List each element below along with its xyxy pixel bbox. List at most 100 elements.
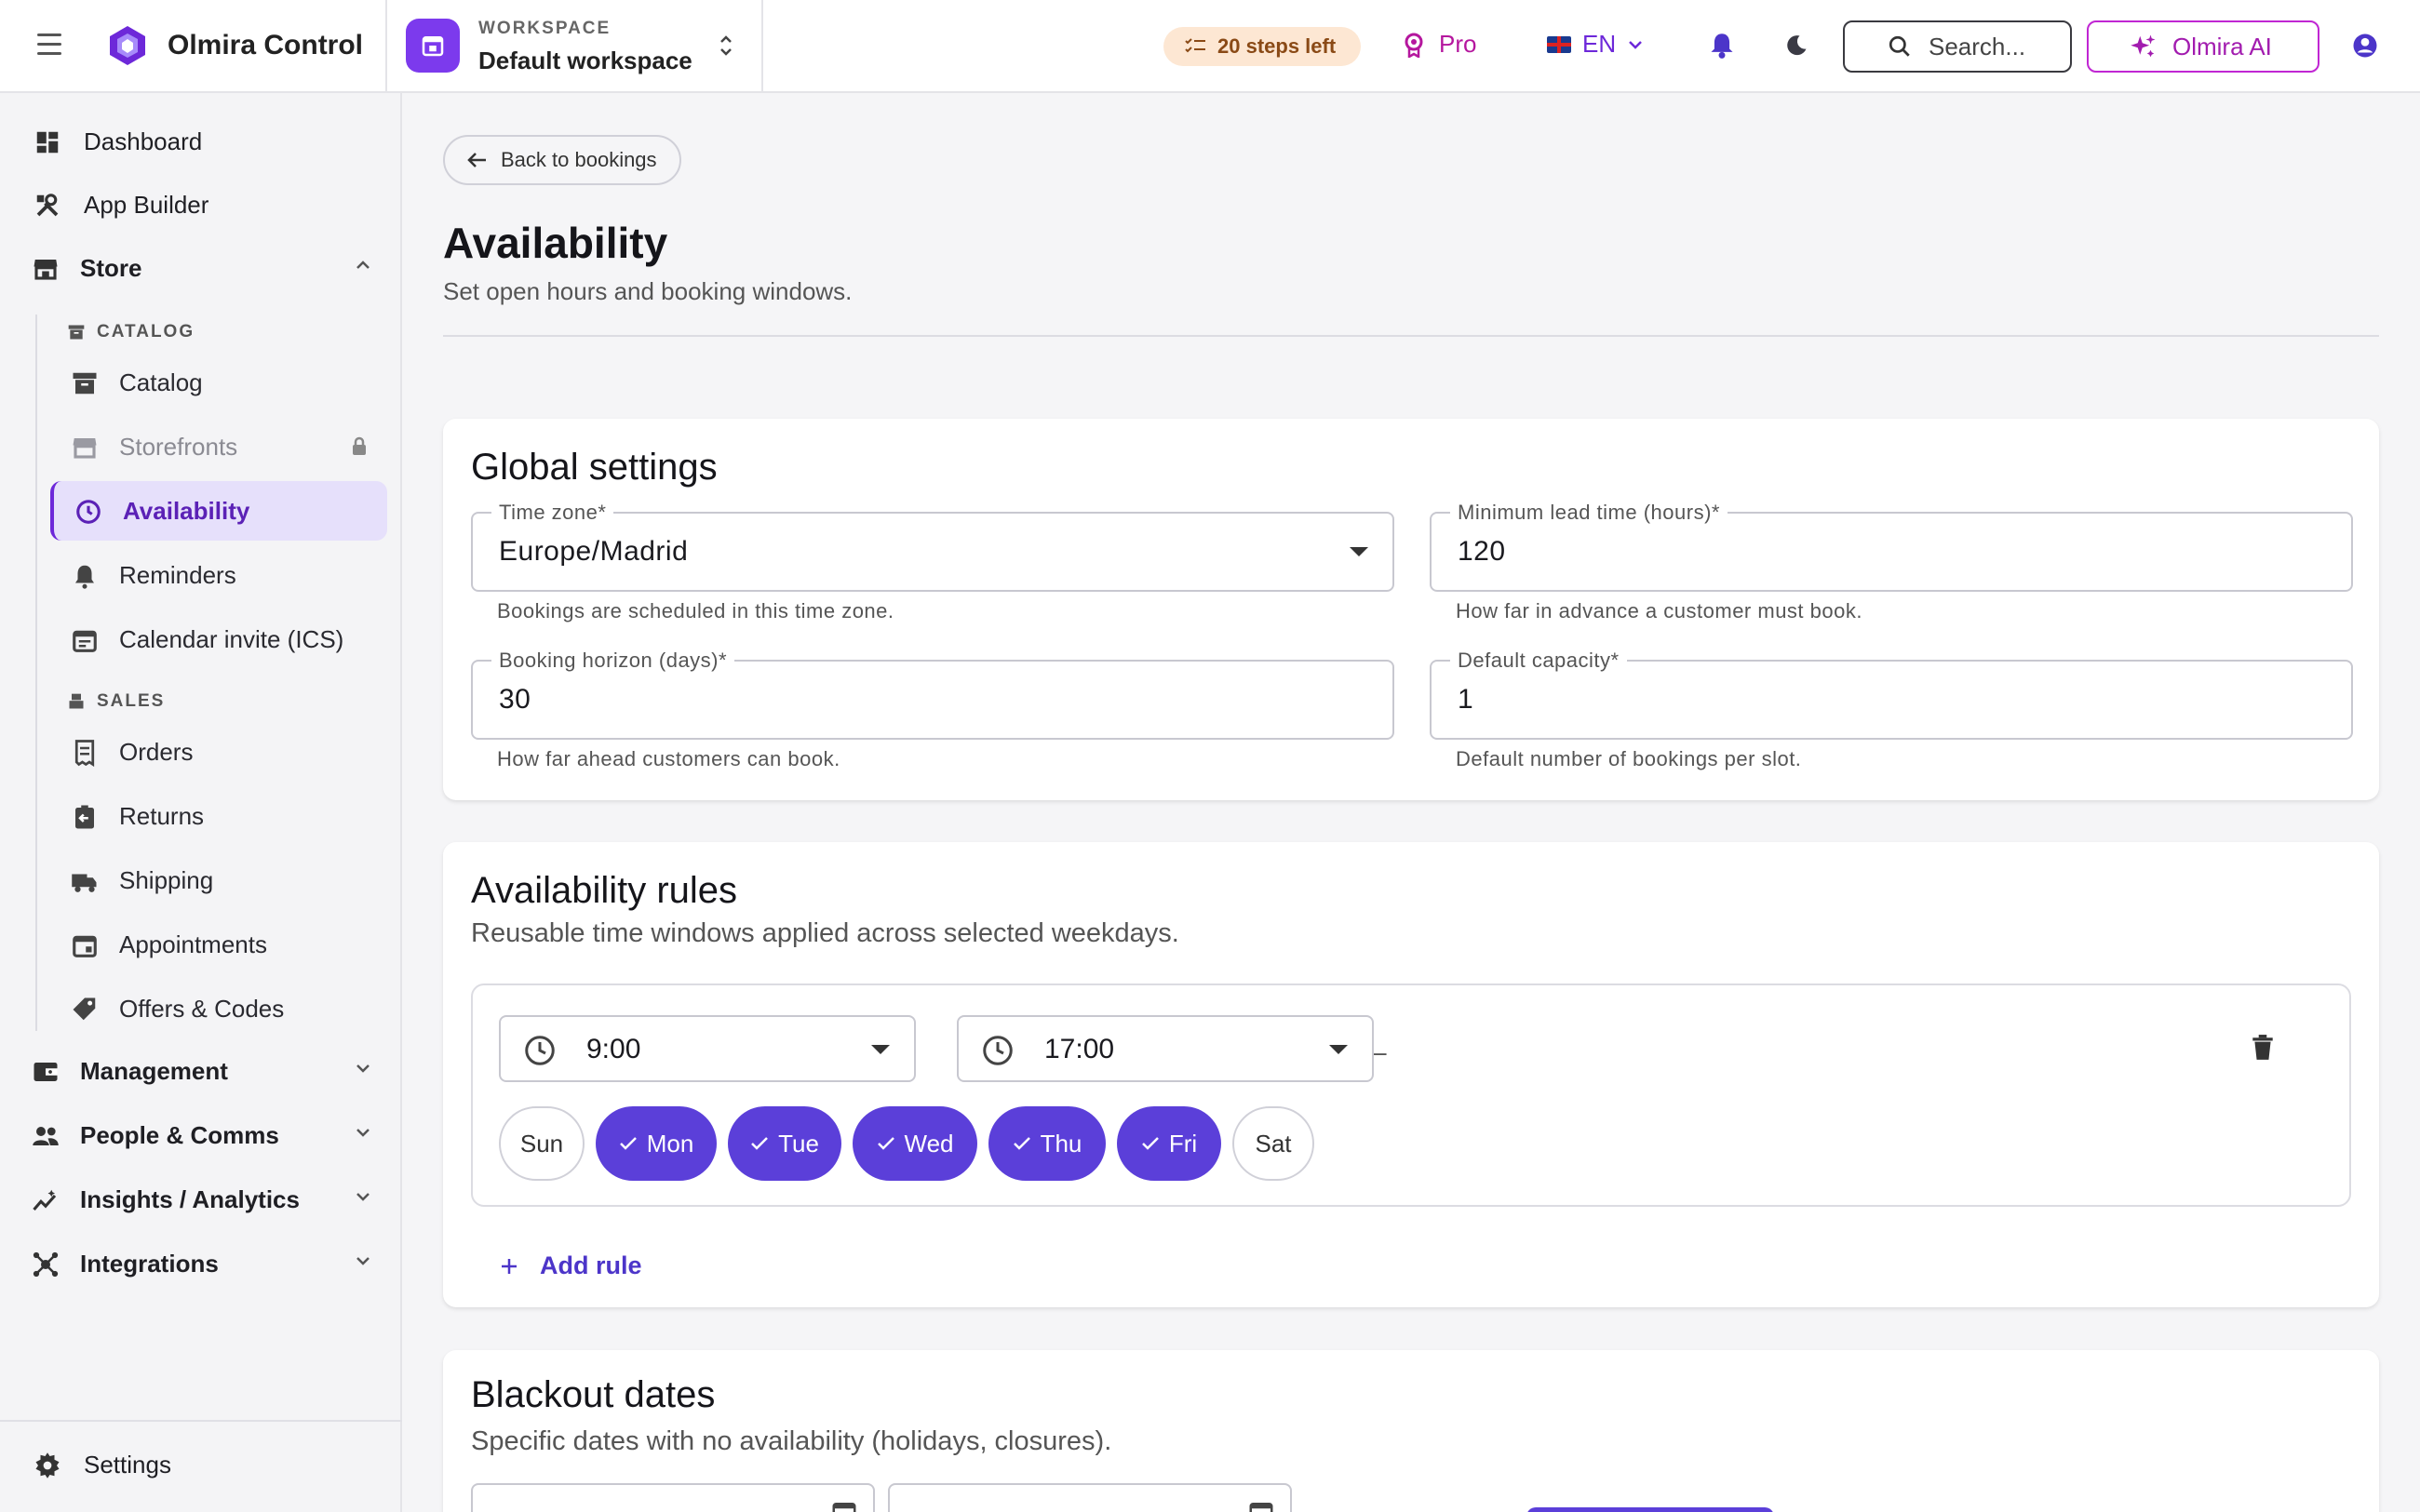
event-icon	[73, 935, 97, 957]
card-title: Blackout dates	[471, 1374, 716, 1415]
start-time-select[interactable]: 9:00	[499, 1015, 916, 1082]
account-icon[interactable]	[2351, 32, 2379, 60]
global-settings-card: Global settings Time zone* Europe/Madrid…	[443, 419, 2379, 800]
insights-icon	[33, 1189, 57, 1211]
add-rule-button[interactable]: Add rule	[499, 1251, 642, 1280]
sidebar-item-label: Insights / Analytics	[80, 1184, 300, 1213]
search-button[interactable]: Search...	[1843, 20, 2072, 73]
receipt-icon	[74, 740, 95, 767]
award-icon	[1405, 33, 1423, 58]
default-capacity-field[interactable]: Default capacity* 1	[1430, 649, 2353, 740]
sidebar-item-label: Integrations	[80, 1249, 219, 1278]
bell-icon[interactable]	[1709, 32, 1735, 60]
top-bar: Olmira Control WORKSPACE Default workspa…	[0, 0, 2420, 93]
sidebar-item-label: Dashboard	[84, 127, 203, 155]
sidebar-item-calendar-invite[interactable]: Calendar invite (ICS)	[50, 609, 387, 669]
sidebar-item-label: Offers & Codes	[119, 994, 285, 1023]
booking-horizon-field[interactable]: Booking horizon (days)* 30	[471, 649, 1394, 740]
add-rule-label: Add rule	[540, 1251, 642, 1279]
catalog-section-header: CATALOG	[67, 322, 195, 342]
sidebar-item-app-builder[interactable]: App Builder	[0, 177, 402, 233]
day-toggle-mon[interactable]: Mon	[596, 1106, 717, 1181]
field-value: 1	[1458, 684, 1474, 715]
dashboard-icon	[36, 131, 59, 154]
sidebar-item-appointments[interactable]: Appointments	[50, 915, 387, 974]
helper-text: Bookings are scheduled in this time zone…	[497, 599, 894, 622]
end-time-select[interactable]: 17:00	[957, 1015, 1374, 1082]
search-icon	[1889, 35, 1910, 57]
wallet-icon	[34, 1063, 58, 1081]
sidebar-item-dashboard[interactable]: Dashboard	[0, 114, 402, 169]
sidebar-item-management[interactable]: Management	[0, 1043, 402, 1099]
sidebar-item-returns[interactable]: Returns	[50, 786, 387, 846]
sidebar-item-shipping[interactable]: Shipping	[50, 850, 387, 910]
register-icon	[69, 693, 84, 709]
chevron-down-icon	[356, 1129, 370, 1137]
field-label: Time zone*	[491, 501, 614, 525]
card-title: Availability rules	[471, 870, 738, 911]
moon-icon[interactable]	[1783, 32, 1809, 60]
logo-icon	[110, 26, 145, 65]
search-label: Search...	[1929, 32, 2026, 60]
sidebar-item-label: People & Comms	[80, 1120, 279, 1149]
dropdown-arrow-icon	[871, 1045, 890, 1054]
sidebar-item-label: Orders	[119, 737, 194, 766]
blackout-start-date-field[interactable]	[471, 1483, 875, 1512]
check-icon	[1141, 1137, 1159, 1150]
checklist-icon	[1185, 38, 1205, 53]
archive-icon	[68, 325, 85, 340]
sidebar-item-storefronts[interactable]: Storefronts	[50, 417, 387, 476]
day-toggle-wed[interactable]: Wed	[853, 1106, 977, 1181]
sidebar-item-integrations[interactable]: Integrations	[0, 1236, 402, 1291]
blackout-end-date-field[interactable]	[888, 1483, 1292, 1512]
helper-text: How far in advance a customer must book.	[1456, 599, 1862, 622]
day-toggle-sun[interactable]: Sun	[499, 1106, 585, 1181]
dropdown-arrow-icon	[1350, 547, 1368, 556]
back-to-bookings-button[interactable]: Back to bookings	[443, 135, 681, 185]
pro-badge[interactable]: Pro	[1402, 30, 1476, 59]
sidebar-item-insights-analytics[interactable]: Insights / Analytics	[0, 1171, 402, 1227]
day-toggle-thu[interactable]: Thu	[988, 1106, 1106, 1181]
end-time-value: 17:00	[1044, 1034, 1115, 1064]
field-label: Booking horizon (days)*	[491, 649, 735, 673]
gear-icon	[35, 1452, 60, 1479]
sidebar-item-label: Availability	[123, 496, 250, 525]
field-value: 30	[499, 684, 531, 715]
sidebar-item-availability[interactable]: Availability	[50, 481, 387, 541]
day-toggle-sat[interactable]: Sat	[1232, 1106, 1314, 1181]
add-blackout-button[interactable]	[1526, 1507, 1774, 1512]
timezone-select[interactable]: Time zone* Europe/Madrid	[471, 501, 1394, 592]
sidebar-item-label: Settings	[84, 1450, 171, 1479]
sidebar-item-settings[interactable]: Settings	[0, 1437, 402, 1492]
chevron-down-icon	[356, 1257, 370, 1265]
clock-icon	[525, 1036, 555, 1065]
sidebar-item-store[interactable]: Store	[0, 240, 402, 296]
trash-icon[interactable]	[2251, 1034, 2275, 1062]
chevron-down-icon	[356, 1064, 370, 1073]
language-code: EN	[1582, 30, 1617, 58]
day-toggle-fri[interactable]: Fri	[1117, 1106, 1221, 1181]
language-selector[interactable]: EN	[1547, 30, 1644, 59]
ai-assistant-button[interactable]: Olmira AI	[2087, 20, 2319, 73]
lead-time-field[interactable]: Minimum lead time (hours)* 120	[1430, 501, 2353, 592]
day-label: Sat	[1255, 1129, 1292, 1157]
arrow-left-icon	[467, 153, 486, 167]
tools-icon	[36, 194, 59, 217]
uk-flag-icon	[1547, 35, 1571, 53]
steps-left-badge[interactable]: 20 steps left	[1163, 27, 1361, 66]
sidebar-item-offers-codes[interactable]: Offers & Codes	[50, 979, 387, 1038]
menu-icon[interactable]	[37, 33, 65, 58]
calendar-icon	[406, 19, 460, 73]
day-toggle-tue[interactable]: Tue	[728, 1106, 841, 1181]
sidebar-item-label: Store	[80, 253, 142, 282]
check-icon	[877, 1137, 894, 1150]
sidebar-item-label: Storefronts	[119, 432, 238, 461]
sidebar-item-reminders[interactable]: Reminders	[50, 545, 387, 605]
unfold-icon	[720, 35, 732, 56]
chevron-down-icon	[356, 1193, 370, 1201]
divider	[0, 1420, 402, 1422]
sidebar-item-people-comms[interactable]: People & Comms	[0, 1107, 402, 1163]
sidebar-item-orders[interactable]: Orders	[50, 722, 387, 782]
sidebar-item-catalog[interactable]: Catalog	[50, 353, 387, 412]
check-icon	[619, 1137, 637, 1150]
